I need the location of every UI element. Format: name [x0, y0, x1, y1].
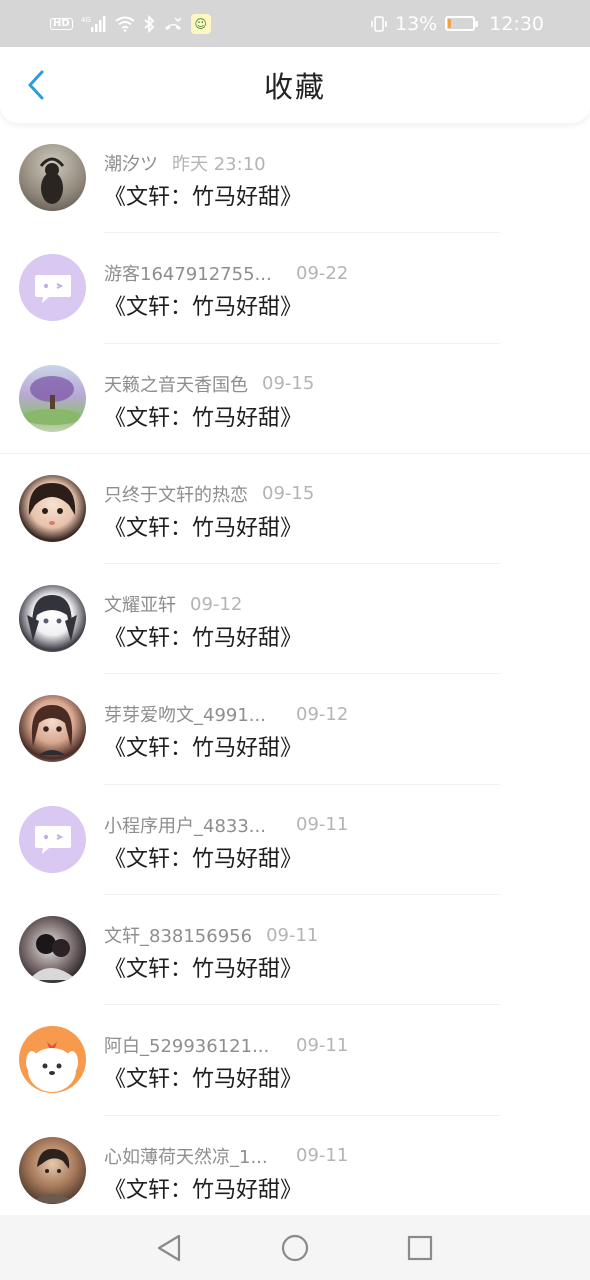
favorite-title: 《文轩：竹马好甜》	[104, 405, 303, 431]
page-title: 收藏	[263, 70, 326, 104]
timestamp: 09-11	[296, 1145, 349, 1167]
timestamp: 09-22	[296, 262, 349, 284]
favorite-title: 《文轩：竹马好甜》	[104, 1177, 303, 1203]
avatar[interactable]	[19, 144, 86, 211]
avatar[interactable]	[19, 254, 86, 322]
user-name: 游客1647912755...	[104, 264, 272, 286]
user-name: 文轩_838156956	[104, 926, 253, 948]
list-item[interactable]: 文耀亚轩 09-12 《文轩：竹马好甜》	[0, 564, 590, 675]
favorite-title: 《文轩：竹马好甜》	[104, 1067, 303, 1093]
battery-icon	[445, 16, 479, 31]
user-name: 心如薄荷天然凉_1...	[104, 1146, 268, 1168]
favorite-title: 《文轩：竹马好甜》	[104, 185, 303, 210]
avatar[interactable]	[19, 1136, 86, 1204]
favorite-title: 《文轩：竹马好甜》	[104, 515, 303, 541]
avatar[interactable]	[19, 805, 86, 873]
status-right: 13% 12:30	[371, 13, 544, 35]
favorite-title: 《文轩：竹马好甜》	[104, 957, 303, 983]
back-triangle-icon	[157, 1234, 181, 1262]
recents-square-icon	[407, 1235, 433, 1261]
timestamp: 09-11	[296, 814, 349, 836]
home-circle-icon	[281, 1234, 309, 1262]
timestamp: 昨天 23:10	[172, 154, 266, 175]
avatar[interactable]	[19, 585, 86, 653]
favorite-title: 《文轩：竹马好甜》	[104, 295, 303, 321]
app-notification-icon: ☺	[190, 13, 211, 34]
item-meta: 只终于文轩的热恋 09-15	[104, 481, 314, 507]
item-meta: 游客1647912755... 09-22	[104, 260, 348, 286]
user-name: 天籁之音天香国色	[104, 374, 248, 396]
user-name: 芽芽爱吻文_4991...	[104, 705, 266, 727]
user-name: 潮汐ツ	[104, 154, 158, 175]
chat-bubble-icon	[34, 274, 71, 303]
missed-call-icon	[163, 16, 183, 32]
item-meta: 文耀亚轩 09-12	[104, 591, 242, 617]
item-meta: 文轩_838156956 09-11	[104, 922, 318, 948]
item-meta: 阿白_529936121... 09-11	[104, 1032, 348, 1058]
battery-percent: 13%	[395, 12, 438, 35]
favorites-list: 潮汐ツ 昨天 23:10 《文轩：竹马好甜》 游客1647912755... 0…	[0, 123, 590, 1226]
nav-recents-button[interactable]	[403, 1231, 437, 1265]
user-name: 文耀亚轩	[104, 595, 176, 617]
list-item[interactable]: 小程序用户_4833... 09-11 《文轩：竹马好甜》	[0, 785, 590, 896]
item-meta: 芽芽爱吻文_4991... 09-12	[104, 701, 348, 727]
timestamp: 09-12	[190, 593, 243, 615]
list-item[interactable]: 芽芽爱吻文_4991... 09-12 《文轩：竹马好甜》	[0, 674, 590, 785]
user-name: 小程序用户_4833...	[104, 815, 266, 837]
favorite-title: 《文轩：竹马好甜》	[104, 846, 303, 872]
list-item[interactable]: 阿白_529936121... 09-11 《文轩：竹马好甜》	[0, 1005, 590, 1116]
nav-back-button[interactable]	[152, 1231, 186, 1265]
item-meta: 小程序用户_4833... 09-11	[104, 812, 348, 838]
timestamp: 09-15	[262, 483, 315, 505]
timestamp: 09-11	[266, 924, 319, 946]
svg-text:4G: 4G	[81, 16, 91, 24]
wifi-icon	[115, 16, 135, 32]
list-item[interactable]: 心如薄荷天然凉_1... 09-11 《文轩：竹马好甜》	[0, 1116, 590, 1226]
avatar[interactable]	[19, 695, 86, 763]
chat-bubble-icon	[34, 826, 71, 855]
timestamp: 09-11	[296, 1034, 349, 1056]
4g-signal-icon: 4G	[81, 15, 107, 33]
list-item[interactable]: 文轩_838156956 09-11 《文轩：竹马好甜》	[0, 895, 590, 1006]
item-meta: 潮汐ツ 昨天 23:10	[104, 150, 266, 176]
avatar[interactable]	[19, 1026, 86, 1094]
favorite-title: 《文轩：竹马好甜》	[104, 626, 303, 652]
favorite-title: 《文轩：竹马好甜》	[104, 736, 303, 762]
clock-time: 12:30	[489, 12, 544, 35]
list-item[interactable]: 游客1647912755... 09-22 《文轩：竹马好甜》	[0, 233, 590, 344]
nav-home-button[interactable]	[278, 1231, 312, 1265]
bluetooth-icon	[143, 14, 155, 33]
vibrate-icon	[371, 15, 387, 33]
avatar[interactable]	[19, 474, 86, 542]
list-item[interactable]: 天籁之音天香国色 09-15 《文轩：竹马好甜》	[0, 344, 590, 454]
list-item[interactable]: 潮汐ツ 昨天 23:10 《文轩：竹马好甜》	[0, 123, 590, 234]
hd-icon: HD	[50, 17, 73, 30]
status-left-icons: HD 4G ☺	[50, 13, 211, 34]
item-meta: 天籁之音天香国色 09-15	[104, 371, 314, 397]
item-meta: 心如薄荷天然凉_1... 09-11	[104, 1143, 348, 1169]
page-header: 收藏	[0, 47, 590, 123]
timestamp: 09-12	[296, 703, 349, 725]
status-bar: HD 4G ☺ 13% 12:30	[0, 0, 590, 47]
user-name: 只终于文轩的热恋	[104, 484, 248, 506]
avatar[interactable]	[19, 364, 86, 432]
avatar[interactable]	[19, 916, 86, 984]
list-item[interactable]: 只终于文轩的热恋 09-15 《文轩：竹马好甜》	[0, 454, 590, 565]
system-navigation-bar	[0, 1215, 590, 1280]
back-button[interactable]	[18, 67, 54, 103]
user-name: 阿白_529936121...	[104, 1036, 270, 1058]
timestamp: 09-15	[262, 373, 315, 395]
chevron-left-icon	[28, 70, 44, 100]
